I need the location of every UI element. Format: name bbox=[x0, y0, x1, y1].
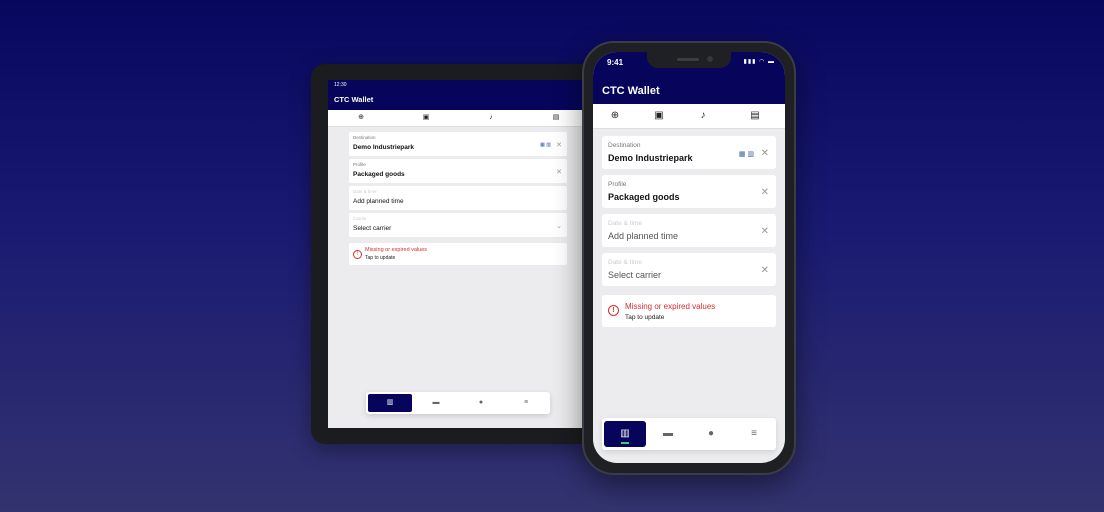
alert-subtitle: Tap to update bbox=[625, 314, 665, 321]
field-value: Packaged goods bbox=[608, 192, 680, 202]
field-label: Date & time bbox=[608, 259, 642, 266]
field-label: Destination bbox=[353, 135, 376, 140]
add-circle-icon[interactable]: ⊕ bbox=[609, 110, 621, 122]
nav-menu[interactable]: ≡ bbox=[504, 394, 548, 412]
save-icon[interactable]: ▣ bbox=[653, 110, 665, 122]
chevron-down-icon[interactable]: ⌄ bbox=[556, 222, 562, 230]
app-header: 12:30 CTC Wallet bbox=[328, 80, 598, 110]
clear-icon[interactable]: ✕ bbox=[761, 226, 769, 237]
planned-time-field[interactable]: Date & time Add planned time bbox=[349, 186, 567, 210]
destination-field[interactable]: Destination Demo Industriepark ▦ ▥ ✕ bbox=[602, 136, 776, 169]
truck-barcode-icon: ▦ ▥ bbox=[540, 142, 551, 148]
bottom-nav: ▥ ▬ ● ≡ bbox=[366, 392, 550, 414]
nav-profile[interactable]: ● bbox=[459, 394, 503, 412]
save-icon[interactable]: ▣ bbox=[421, 113, 431, 123]
alert-card[interactable]: ! Missing or expired values Tap to updat… bbox=[602, 295, 776, 327]
tablet-device: 12:30 CTC Wallet ⊕ ▣ ♪ ▤ Destination Dem… bbox=[311, 64, 611, 444]
field-value: Select carrier bbox=[608, 270, 662, 280]
alert-title: Missing or expired values bbox=[365, 247, 428, 253]
field-value: Demo Industriepark bbox=[608, 153, 693, 163]
speaker-grille bbox=[677, 58, 699, 61]
planned-time-field[interactable]: Date & time Add planned time ✕ bbox=[602, 214, 776, 247]
profile-field[interactable]: Profile Packaged goods ✕ bbox=[349, 159, 567, 183]
clear-icon[interactable]: ✕ bbox=[556, 168, 562, 176]
alert-title: Missing or expired values bbox=[625, 302, 716, 311]
toolbar: ⊕ ▣ ♪ ▤ bbox=[328, 110, 598, 127]
field-value: Demo Industriepark bbox=[353, 144, 415, 151]
nav-transport[interactable]: ▬ bbox=[414, 394, 458, 412]
app-title: CTC Wallet bbox=[334, 95, 374, 104]
nav-transport[interactable]: ▬ bbox=[647, 421, 689, 447]
clear-icon[interactable]: ✕ bbox=[761, 187, 769, 198]
field-value: Add planned time bbox=[353, 198, 404, 205]
field-label: Date & time bbox=[353, 189, 377, 194]
bell-icon[interactable]: ♪ bbox=[697, 110, 709, 122]
clear-icon[interactable]: ✕ bbox=[556, 141, 562, 149]
field-label: Date & time bbox=[608, 220, 642, 227]
field-label: Destination bbox=[608, 142, 641, 149]
active-indicator bbox=[621, 442, 629, 444]
bell-icon[interactable]: ♪ bbox=[486, 113, 496, 123]
field-label: Carrier bbox=[353, 216, 367, 221]
nav-locations[interactable]: ▥ bbox=[368, 394, 412, 412]
phone-screen: 9:41 ▮▮▮ ◠ ▬ CTC Wallet ⊕ ▣ ♪ ▤ Destinat… bbox=[593, 52, 785, 463]
tablet-screen: 12:30 CTC Wallet ⊕ ▣ ♪ ▤ Destination Dem… bbox=[328, 80, 598, 428]
field-value: Packaged goods bbox=[353, 171, 405, 178]
destination-field[interactable]: Destination Demo Industriepark ▦ ▥ ✕ bbox=[349, 132, 567, 156]
id-card-icon[interactable]: ▤ bbox=[749, 110, 761, 122]
phone-notch bbox=[647, 52, 731, 68]
field-value: Add planned time bbox=[608, 231, 679, 241]
error-icon: ! bbox=[608, 305, 619, 316]
field-label: Profile bbox=[353, 162, 366, 167]
status-time: 12:30 bbox=[334, 82, 347, 88]
nav-menu[interactable]: ≡ bbox=[733, 421, 775, 447]
alert-card[interactable]: ! Missing or expired values Tap to updat… bbox=[349, 243, 567, 265]
truck-barcode-icon: ▦ ▥ bbox=[738, 151, 754, 158]
field-value: Select carrier bbox=[353, 225, 392, 232]
toolbar: ⊕ ▣ ♪ ▤ bbox=[593, 104, 785, 129]
phone-device: 9:41 ▮▮▮ ◠ ▬ CTC Wallet ⊕ ▣ ♪ ▤ Destinat… bbox=[582, 41, 796, 475]
clear-icon[interactable]: ✕ bbox=[761, 148, 769, 159]
nav-profile[interactable]: ● bbox=[690, 421, 732, 447]
bottom-nav: ▥ ▬ ● ≡ bbox=[602, 418, 776, 450]
id-card-icon[interactable]: ▤ bbox=[551, 113, 561, 123]
profile-field[interactable]: Profile Packaged goods ✕ bbox=[602, 175, 776, 208]
clear-icon[interactable]: ✕ bbox=[761, 265, 769, 276]
field-label: Profile bbox=[608, 181, 627, 188]
status-time: 9:41 bbox=[607, 58, 624, 67]
alert-subtitle: Tap to update bbox=[365, 255, 396, 261]
carrier-field[interactable]: Carrier Select carrier ⌄ bbox=[349, 213, 567, 237]
front-camera bbox=[707, 56, 713, 62]
error-icon: ! bbox=[353, 250, 362, 259]
signal-wifi-battery-icon: ▮▮▮ ◠ ▬ bbox=[743, 59, 775, 65]
app-title: CTC Wallet bbox=[602, 85, 660, 97]
add-circle-icon[interactable]: ⊕ bbox=[356, 113, 366, 123]
nav-locations[interactable]: ▥ bbox=[604, 421, 646, 447]
carrier-field[interactable]: Date & time Select carrier ✕ bbox=[602, 253, 776, 286]
